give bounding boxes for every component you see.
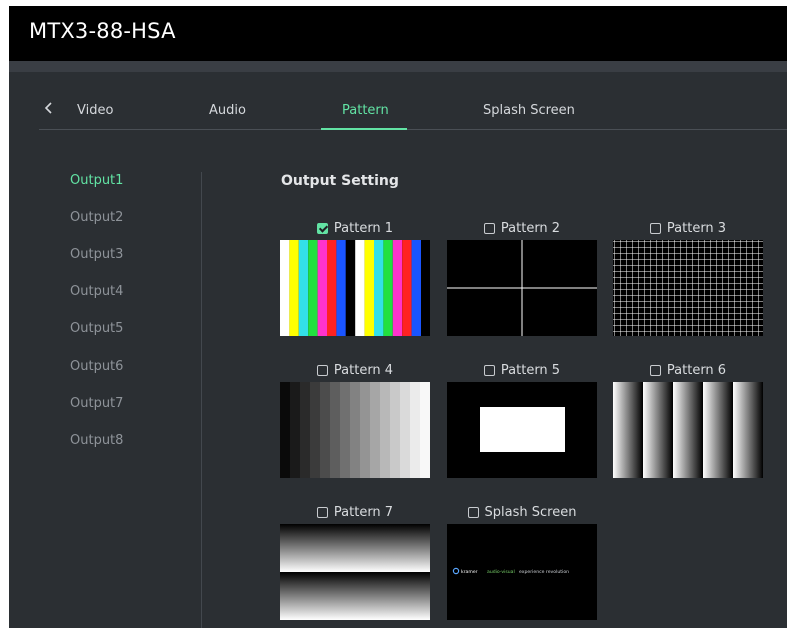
- pattern-label: Splash Screen: [484, 504, 577, 520]
- checkbox-checked-icon[interactable]: [316, 222, 328, 234]
- pattern-card-3: Pattern 3: [613, 218, 763, 336]
- checkbox-icon[interactable]: [316, 364, 328, 376]
- pattern-label: Pattern 5: [500, 362, 561, 378]
- pattern-label: Pattern 3: [666, 220, 727, 236]
- sidebar-item-output8[interactable]: Output8: [70, 433, 123, 448]
- output-sidebar: Output1 Output2 Output3 Output4 Output5 …: [9, 130, 202, 628]
- tab-pattern[interactable]: Pattern: [342, 103, 389, 118]
- pattern-card-5: Pattern 5: [447, 360, 597, 478]
- pattern-card-6: Pattern 6: [613, 360, 763, 478]
- grayscale-steps-thumbnail[interactable]: [280, 382, 430, 478]
- sidebar-item-output5[interactable]: Output5: [70, 321, 123, 336]
- tab-splash-screen[interactable]: Splash Screen: [483, 103, 575, 118]
- crosshair-thumbnail[interactable]: [447, 240, 597, 336]
- checkbox-icon[interactable]: [316, 506, 328, 518]
- pattern-label: Pattern 1: [333, 220, 394, 236]
- pattern-option-splash[interactable]: Splash Screen: [447, 502, 597, 522]
- sidebar-divider: [201, 172, 202, 628]
- sidebar-item-output6[interactable]: Output6: [70, 359, 123, 374]
- checkbox-icon[interactable]: [467, 506, 479, 518]
- tab-video[interactable]: Video: [77, 103, 113, 118]
- color-bars-thumbnail[interactable]: [280, 240, 430, 336]
- sidebar-item-output3[interactable]: Output3: [70, 247, 123, 262]
- checkbox-icon[interactable]: [483, 222, 495, 234]
- title-bar: MTX3-88-HSA: [9, 6, 787, 61]
- splash-screen-thumbnail[interactable]: kramer audio-visual experience revolutio…: [447, 524, 597, 620]
- pattern-card-4: Pattern 4: [280, 360, 430, 478]
- pattern-card-splash: Splash Screen kramer audio-visual experi…: [447, 502, 597, 620]
- sidebar-item-output7[interactable]: Output7: [70, 396, 123, 411]
- pattern-option-4[interactable]: Pattern 4: [280, 360, 430, 380]
- tab-bar: Video Audio Pattern Splash Screen: [9, 72, 787, 130]
- pattern-label: Pattern 4: [333, 362, 394, 378]
- pattern-option-7[interactable]: Pattern 7: [280, 502, 430, 522]
- sidebar-item-output4[interactable]: Output4: [70, 284, 123, 299]
- pattern-card-7: Pattern 7: [280, 502, 430, 620]
- pattern-option-2[interactable]: Pattern 2: [447, 218, 597, 238]
- pattern-label: Pattern 7: [333, 504, 394, 520]
- pattern-label: Pattern 6: [666, 362, 727, 378]
- splash-tagline-rest: experience revolution: [519, 569, 569, 575]
- sidebar-item-output1[interactable]: Output1: [70, 173, 123, 188]
- pattern-option-3[interactable]: Pattern 3: [613, 218, 763, 238]
- pattern-label: Pattern 2: [500, 220, 561, 236]
- pattern-card-1: Pattern 1: [280, 218, 430, 336]
- gradient-ramp-thumbnail[interactable]: [613, 382, 763, 478]
- grid-thumbnail[interactable]: [613, 240, 763, 336]
- splash-brand: kramer: [461, 569, 478, 575]
- active-tab-indicator: [321, 128, 407, 130]
- sidebar-item-output2[interactable]: Output2: [70, 210, 123, 225]
- white-box-thumbnail[interactable]: [447, 382, 597, 478]
- checkbox-icon[interactable]: [649, 222, 661, 234]
- tab-audio[interactable]: Audio: [209, 103, 246, 118]
- pattern-card-2: Pattern 2: [447, 218, 597, 336]
- app-window: MTX3-88-HSA Video Audio Pattern Splash S…: [9, 6, 787, 628]
- vertical-gradient-thumbnail[interactable]: [280, 524, 430, 620]
- pattern-option-1[interactable]: Pattern 1: [280, 218, 430, 238]
- device-title: MTX3-88-HSA: [29, 19, 176, 43]
- pattern-option-6[interactable]: Pattern 6: [613, 360, 763, 380]
- checkbox-icon[interactable]: [649, 364, 661, 376]
- section-title: Output Setting: [281, 173, 399, 189]
- pattern-option-5[interactable]: Pattern 5: [447, 360, 597, 380]
- checkbox-icon[interactable]: [483, 364, 495, 376]
- sub-header-bar: [9, 61, 787, 72]
- chevron-left-icon[interactable]: [42, 101, 56, 115]
- splash-tagline-accent: audio-visual: [487, 569, 515, 575]
